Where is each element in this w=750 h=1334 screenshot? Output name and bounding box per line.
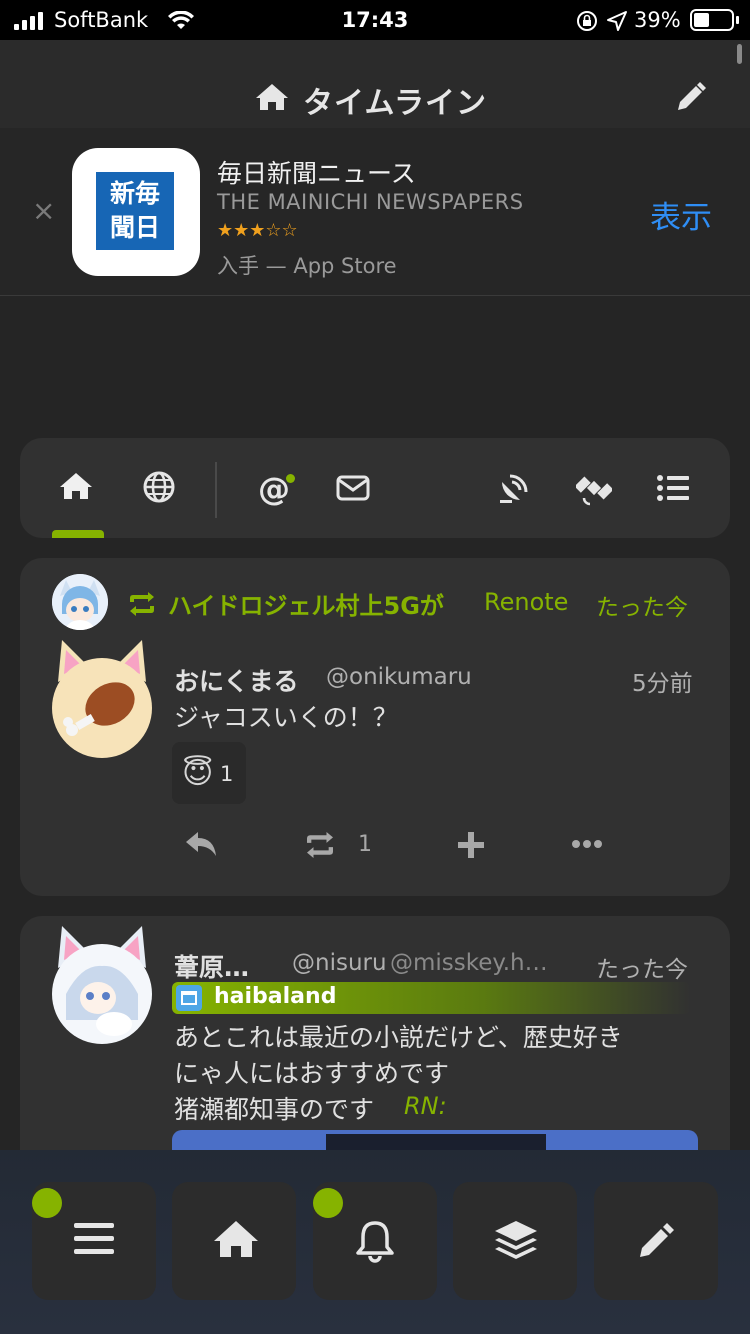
author-name[interactable]: 葦原… — [174, 948, 249, 984]
ellipsis-icon — [572, 840, 602, 848]
notifications-indicator-dot — [313, 1188, 343, 1218]
menu-icon — [74, 1223, 114, 1254]
svg-text:@: @ — [258, 470, 290, 506]
app-source: 入手 — App Store — [217, 254, 397, 278]
renote-button[interactable]: 1 — [302, 832, 382, 862]
home-icon — [214, 1221, 258, 1257]
status-bar: SoftBank 17:43 39% — [0, 0, 750, 40]
menu-indicator-dot — [32, 1188, 62, 1218]
note-text: ジャコスいくの！？ — [174, 703, 398, 732]
reaction-emoji: 😇 — [182, 756, 214, 791]
active-tab-indicator — [52, 530, 104, 538]
page-title: タイムライン — [303, 86, 487, 121]
cat-girl-avatar-image — [52, 926, 152, 1044]
renote-icon — [130, 592, 154, 616]
author-username[interactable]: @onikumaru — [326, 664, 472, 690]
app-icon-logo: 新毎 聞日 — [96, 172, 174, 250]
app-store-banner: × 新毎 聞日 毎日新聞ニュース THE MAINICHI NEWSPAPERS … — [0, 128, 750, 296]
renote-icon — [307, 832, 333, 858]
home-button[interactable] — [172, 1182, 296, 1300]
tab-global[interactable] — [142, 470, 178, 506]
home-icon — [60, 473, 92, 499]
tab-messages[interactable] — [336, 474, 372, 504]
pencil-icon — [640, 1223, 674, 1257]
app-name: 毎日新聞ニュース — [217, 159, 416, 188]
widgets-button[interactable] — [453, 1182, 577, 1300]
tab-antenna[interactable] — [496, 470, 532, 506]
reply-icon — [186, 832, 216, 856]
instance-ticker[interactable]: haibaland — [172, 982, 690, 1014]
battery-icon — [690, 9, 734, 31]
note-time[interactable]: 5分前 — [632, 664, 693, 698]
reaction-chip[interactable]: 😇 1 — [172, 742, 246, 804]
note-card[interactable]: ハイドロジェル村上5Gが Renote たった今 おにくまる @onikumar… — [20, 558, 730, 896]
meat-avatar-image — [52, 640, 152, 758]
satellite-dish-icon — [500, 474, 528, 503]
tab-lists[interactable] — [656, 474, 692, 504]
author-avatar[interactable] — [52, 924, 152, 1044]
author-username[interactable]: @nisuru — [292, 950, 387, 976]
instance-icon — [176, 985, 202, 1011]
instance-name: haibaland — [214, 984, 337, 1009]
note-text-line-3: 猪瀬都知事のです — [174, 1095, 375, 1124]
layers-icon — [495, 1221, 537, 1259]
envelope-icon — [336, 475, 370, 501]
renoter-avatar-image — [52, 574, 108, 630]
rating-stars: ★★★☆☆ — [217, 220, 298, 241]
note-text-line-1: あとこれは最近の小説だけど、歴史好き — [174, 1023, 623, 1052]
renote-time[interactable]: たった今 — [596, 588, 688, 622]
view-app-button[interactable]: 表示 — [650, 192, 712, 237]
app-publisher: THE MAINICHI NEWSPAPERS — [217, 190, 524, 214]
timeline-tabs: @ — [20, 438, 730, 538]
rn-label: RN: — [404, 1092, 447, 1120]
tab-home[interactable] — [58, 470, 98, 506]
react-button[interactable] — [456, 830, 488, 862]
renoter-avatar[interactable] — [52, 574, 108, 630]
app-icon: 新毎 聞日 — [72, 148, 200, 276]
banner-close-button[interactable]: × — [32, 194, 55, 227]
plus-icon — [458, 832, 484, 858]
reply-button[interactable] — [184, 830, 224, 862]
app-header: タイムライン — [0, 40, 750, 128]
renote-count: 1 — [358, 832, 372, 857]
battery-tip — [736, 16, 739, 24]
mentions-indicator-dot — [286, 474, 295, 483]
compose-note-button[interactable] — [594, 1182, 718, 1300]
list-icon — [657, 475, 689, 501]
renote-label: Renote — [484, 588, 569, 616]
compose-button[interactable] — [670, 78, 714, 118]
pencil-icon — [678, 82, 706, 110]
rotation-lock-icon — [577, 11, 597, 31]
satellite-icon — [574, 476, 614, 506]
bottom-navigation — [0, 1150, 750, 1334]
battery-percent: 39% — [634, 8, 681, 32]
reaction-count: 1 — [220, 762, 234, 786]
author-host: @misskey.h… — [390, 950, 548, 976]
more-button[interactable] — [572, 836, 604, 856]
scroll-indicator[interactable] — [737, 44, 742, 64]
location-arrow-icon — [607, 11, 627, 31]
author-name[interactable]: おにくまる — [174, 662, 299, 698]
author-avatar[interactable] — [52, 638, 152, 758]
globe-icon — [143, 471, 175, 503]
renoter-name[interactable]: ハイドロジェル村上5Gが — [168, 586, 444, 621]
tab-divider — [215, 462, 217, 518]
tab-channels[interactable] — [574, 470, 614, 506]
note-text-line-2: にゃ人にはおすすめです — [174, 1059, 450, 1088]
note-time[interactable]: たった今 — [596, 950, 688, 984]
bell-icon — [356, 1221, 394, 1263]
